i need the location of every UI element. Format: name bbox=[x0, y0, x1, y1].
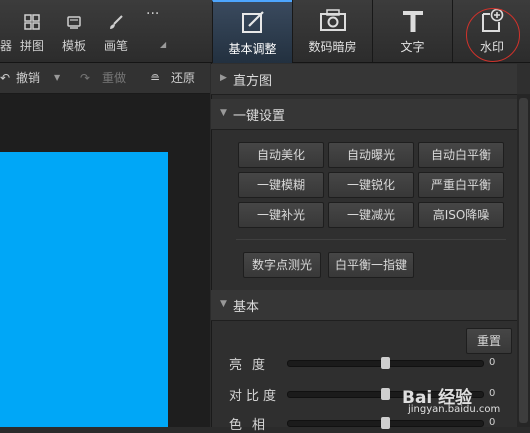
more-icon: ··· bbox=[146, 6, 160, 22]
brightness-slider-thumb[interactable] bbox=[380, 357, 390, 369]
tool-brush[interactable]: 画笔 bbox=[98, 0, 134, 62]
undo-button[interactable]: ↶ 撤销 ▼ bbox=[0, 63, 62, 93]
hue-label: 色相 bbox=[229, 418, 276, 433]
contrast-slider-thumb[interactable] bbox=[380, 388, 390, 400]
section-basic[interactable]: ▼ 基本 bbox=[211, 290, 517, 321]
section-basic-title: 基本 bbox=[233, 300, 260, 315]
tab-text[interactable]: 文字 bbox=[372, 0, 452, 62]
panel-scrollbar-thumb[interactable] bbox=[519, 98, 528, 423]
redo-button[interactable]: ↷ 重做 bbox=[80, 63, 132, 93]
expand-arrow-icon: ▼ bbox=[220, 108, 227, 118]
expand-arrow-icon: ▼ bbox=[220, 299, 227, 309]
contrast-value: 0 bbox=[489, 388, 496, 399]
divider bbox=[236, 239, 506, 240]
section-oneclick[interactable]: ▼ 一键设置 bbox=[211, 99, 517, 130]
restore-icon: ≘ bbox=[150, 71, 161, 85]
collapse-arrow-icon: ▶ bbox=[220, 73, 227, 83]
section-histogram[interactable]: ▶ 直方图 bbox=[211, 64, 517, 95]
watermark-url: jingyan.baidu.com bbox=[408, 404, 501, 415]
one-click-sharpen-button[interactable]: 一键锐化 bbox=[328, 172, 414, 198]
tool-partial-label: 器 bbox=[0, 39, 13, 53]
tab-basic-adjust-label: 基本调整 bbox=[228, 42, 277, 56]
photo-preview[interactable] bbox=[0, 152, 168, 427]
reset-button[interactable]: 重置 bbox=[466, 328, 512, 354]
tool-partial[interactable]: 器 bbox=[0, 0, 14, 62]
camera-icon bbox=[319, 9, 346, 31]
white-balance-picker-button[interactable]: 白平衡一指键 bbox=[328, 252, 414, 278]
redo-icon: ↷ bbox=[80, 71, 91, 85]
reduce-light-button[interactable]: 一键减光 bbox=[328, 202, 414, 228]
brush-icon bbox=[110, 15, 123, 29]
undo-label: 撤销 bbox=[16, 71, 41, 85]
tab-basic-adjust[interactable]: 基本调整 bbox=[212, 0, 292, 64]
auto-exposure-button[interactable]: 自动曝光 bbox=[328, 142, 414, 168]
hue-value: 0 bbox=[489, 417, 496, 428]
edit-square-icon bbox=[241, 11, 264, 33]
high-iso-denoise-button[interactable]: 高ISO降噪 bbox=[418, 202, 504, 228]
hue-slider-thumb[interactable] bbox=[380, 417, 390, 429]
section-histogram-title: 直方图 bbox=[233, 74, 273, 89]
contrast-label: 对比度 bbox=[229, 389, 281, 404]
annotation-circle bbox=[466, 8, 520, 62]
tool-brush-label: 画笔 bbox=[103, 39, 128, 53]
brightness-value: 0 bbox=[489, 357, 496, 368]
redo-label: 重做 bbox=[102, 71, 127, 85]
tool-more[interactable]: ··· ◢ bbox=[140, 0, 168, 62]
history-toolbar: ↶ 撤销 ▼ ↷ 重做 ≘ 还原 bbox=[0, 63, 210, 94]
tool-template[interactable]: 模板 bbox=[56, 0, 92, 62]
template-icon bbox=[67, 16, 81, 29]
restore-label: 还原 bbox=[171, 71, 196, 85]
top-toolbar: 器 拼图 模板 画笔 ··· ◢ 基本调整 数码暗房 文字 水印 bbox=[0, 0, 530, 64]
brightness-label: 亮度 bbox=[229, 358, 276, 373]
puzzle-grid-icon bbox=[24, 14, 40, 30]
severe-white-balance-button[interactable]: 严重白平衡 bbox=[418, 172, 504, 198]
undo-dropdown-icon[interactable]: ▼ bbox=[54, 63, 60, 93]
one-click-blur-button[interactable]: 一键模糊 bbox=[238, 172, 324, 198]
text-t-icon bbox=[402, 11, 423, 32]
tool-puzzle[interactable]: 拼图 bbox=[14, 0, 50, 62]
section-oneclick-title: 一键设置 bbox=[233, 109, 286, 124]
auto-white-balance-button[interactable]: 自动白平衡 bbox=[418, 142, 504, 168]
restore-button[interactable]: ≘ 还原 bbox=[150, 63, 206, 93]
tab-digital-darkroom[interactable]: 数码暗房 bbox=[292, 0, 372, 62]
tool-puzzle-label: 拼图 bbox=[19, 39, 44, 53]
auto-beautify-button[interactable]: 自动美化 bbox=[238, 142, 324, 168]
tab-digital-darkroom-label: 数码暗房 bbox=[308, 40, 357, 54]
fill-light-button[interactable]: 一键补光 bbox=[238, 202, 324, 228]
tab-text-label: 文字 bbox=[400, 40, 425, 54]
spot-metering-button[interactable]: 数字点测光 bbox=[243, 252, 321, 278]
expand-corner-icon: ◢ bbox=[160, 40, 167, 49]
tool-template-label: 模板 bbox=[61, 39, 86, 53]
undo-icon: ↶ bbox=[0, 71, 11, 85]
